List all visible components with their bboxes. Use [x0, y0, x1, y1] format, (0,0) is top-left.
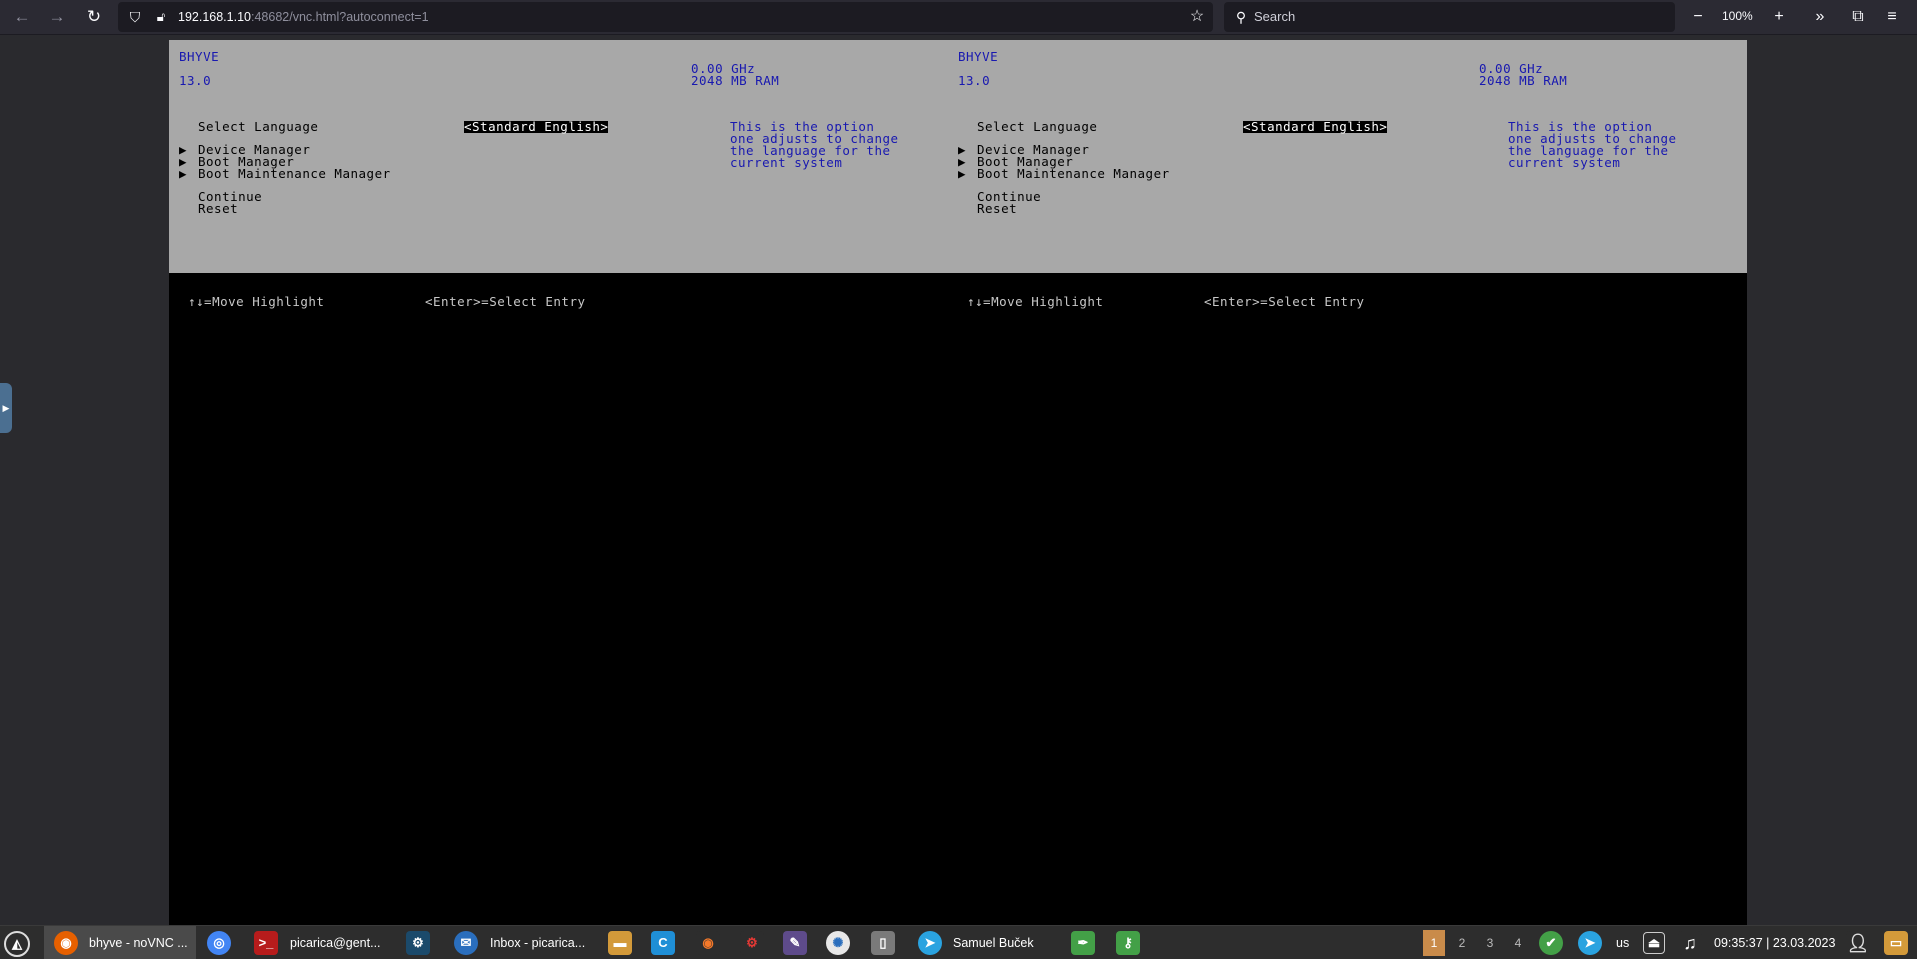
task-terminal-label[interactable]: picarica@gent... — [290, 936, 381, 950]
terminal-icon[interactable]: >_ — [254, 931, 278, 955]
browser-toolbar: ← → ↻ ⛉ 🔓︎ 192.168.1.10:48682/vnc.html?a… — [0, 0, 1917, 35]
menu-hamburger-icon[interactable]: ≡ — [1880, 5, 1904, 29]
chromium-icon[interactable]: ◎ — [207, 931, 231, 955]
telegram-icon[interactable]: ➤ — [918, 931, 942, 955]
zoom-out-button[interactable]: − — [1686, 5, 1710, 29]
thunderbird-icon[interactable]: ✉ — [454, 931, 478, 955]
url-path: :48682/vnc.html?autoconnect=1 — [251, 10, 429, 24]
ram-size: 2048 MB RAM — [691, 73, 780, 88]
vendor-name: BHYVE — [958, 49, 999, 64]
workspace-3[interactable]: 3 — [1479, 930, 1501, 956]
settings-tool-icon[interactable]: ⚙ — [740, 931, 764, 955]
firefox-icon[interactable]: ◉ — [54, 931, 78, 955]
keyboard-layout[interactable]: us — [1616, 936, 1629, 950]
menu-boot-maintenance[interactable]: Boot Maintenance Manager — [977, 167, 1170, 180]
url-text[interactable]: 192.168.1.10:48682/vnc.html?autoconnect=… — [178, 8, 429, 26]
help-line: current system — [1508, 155, 1621, 170]
firmware-version: 13.0 — [179, 73, 212, 88]
task-telegram-label[interactable]: Samuel Buček — [953, 936, 1034, 950]
blender-icon[interactable]: ◉ — [696, 931, 720, 955]
efi-screen-right: BHYVE 13.0 0.00 GHz 2048 MB RAM Select L… — [958, 40, 1747, 925]
vendor-name: BHYVE — [179, 49, 220, 64]
menu-reset[interactable]: Reset — [977, 202, 1017, 215]
update-check-icon[interactable]: ✔ — [1539, 931, 1563, 955]
telegram-tray-icon[interactable]: ➤ — [1578, 931, 1602, 955]
bookmark-star-icon[interactable]: ☆ — [1187, 7, 1207, 27]
footer-move-highlight: ↑↓=Move Highlight — [967, 294, 1104, 309]
lutris-icon[interactable]: ✺ — [826, 931, 850, 955]
language-value-selected[interactable]: <Standard English> — [1243, 120, 1388, 133]
reload-button[interactable]: ↻ — [82, 5, 106, 29]
tracking-shield-icon[interactable]: ⛉ — [126, 8, 144, 26]
menu-boot-maintenance[interactable]: Boot Maintenance Manager — [198, 167, 391, 180]
url-host: 192.168.1.10 — [178, 10, 251, 24]
language-value-selected[interactable]: <Standard English> — [464, 120, 609, 133]
submenu-arrow-icon: ▶ — [179, 166, 188, 181]
address-bar[interactable]: ⛉ 🔓︎ 192.168.1.10:48682/vnc.html?autocon… — [118, 2, 1213, 32]
help-line: current system — [730, 155, 843, 170]
task-mail-label[interactable]: Inbox - picarica... — [490, 936, 585, 950]
gentoo-menu-icon[interactable]: ◭ — [4, 931, 30, 957]
footer-select-entry: <Enter>=Select Entry — [1204, 294, 1365, 309]
document-icon[interactable]: ▯ — [871, 931, 895, 955]
extensions-icon[interactable]: ⧉ — [1846, 5, 1870, 29]
efi-screen-left: BHYVE 13.0 0.00 GHz 2048 MB RAM Select L… — [169, 40, 958, 925]
workspace-1[interactable]: 1 — [1423, 930, 1445, 956]
menu-reset[interactable]: Reset — [198, 202, 238, 215]
taskbar: ◭ ◉ bhyve - noVNC ... ◎ >_ picarica@gent… — [0, 925, 1917, 959]
back-button[interactable]: ← — [10, 5, 34, 29]
workspace-2[interactable]: 2 — [1451, 930, 1473, 956]
menu-select-language[interactable]: Select Language — [198, 120, 318, 133]
forward-button[interactable]: → — [45, 5, 69, 29]
file-manager-icon[interactable]: ▬ — [608, 931, 632, 955]
search-placeholder: Search — [1254, 9, 1296, 24]
novnc-control-handle[interactable]: ▶ — [0, 383, 12, 433]
steam-icon[interactable]: ⚙ — [406, 931, 430, 955]
eject-icon[interactable]: ⏏ — [1643, 932, 1665, 954]
overflow-chevron-icon[interactable]: » — [1808, 5, 1832, 29]
search-icon: ⚲ — [1235, 9, 1247, 25]
clock[interactable]: 09:35:37 | 23.03.2023 — [1714, 936, 1835, 950]
user-avatar-icon[interactable]: 👤︎ — [1846, 931, 1870, 955]
insecure-lock-icon[interactable]: 🔓︎ — [152, 8, 170, 26]
search-bar[interactable]: ⚲ Search — [1224, 2, 1675, 32]
vnc-framebuffer[interactable]: BHYVE 13.0 0.00 GHz 2048 MB RAM Select L… — [169, 40, 1747, 925]
zoom-level[interactable]: 100% — [1722, 7, 1753, 25]
music-note-icon[interactable]: ♫ — [1678, 931, 1702, 955]
ram-size: 2048 MB RAM — [1479, 73, 1568, 88]
task-firefox-label[interactable]: bhyve - noVNC ... — [89, 936, 188, 950]
show-desktop-icon[interactable]: ▭ — [1884, 931, 1908, 955]
key-app-icon[interactable]: ⚷ — [1116, 931, 1140, 955]
zoom-in-button[interactable]: + — [1767, 5, 1791, 29]
code-editor-icon[interactable]: C — [651, 931, 675, 955]
submenu-arrow-icon: ▶ — [958, 166, 967, 181]
footer-select-entry: <Enter>=Select Entry — [425, 294, 586, 309]
drawing-app-icon[interactable]: ✎ — [783, 931, 807, 955]
firmware-version: 13.0 — [958, 73, 991, 88]
workspace-4[interactable]: 4 — [1507, 930, 1529, 956]
quill-app-icon[interactable]: ✒ — [1071, 931, 1095, 955]
menu-select-language[interactable]: Select Language — [977, 120, 1097, 133]
footer-move-highlight: ↑↓=Move Highlight — [188, 294, 325, 309]
